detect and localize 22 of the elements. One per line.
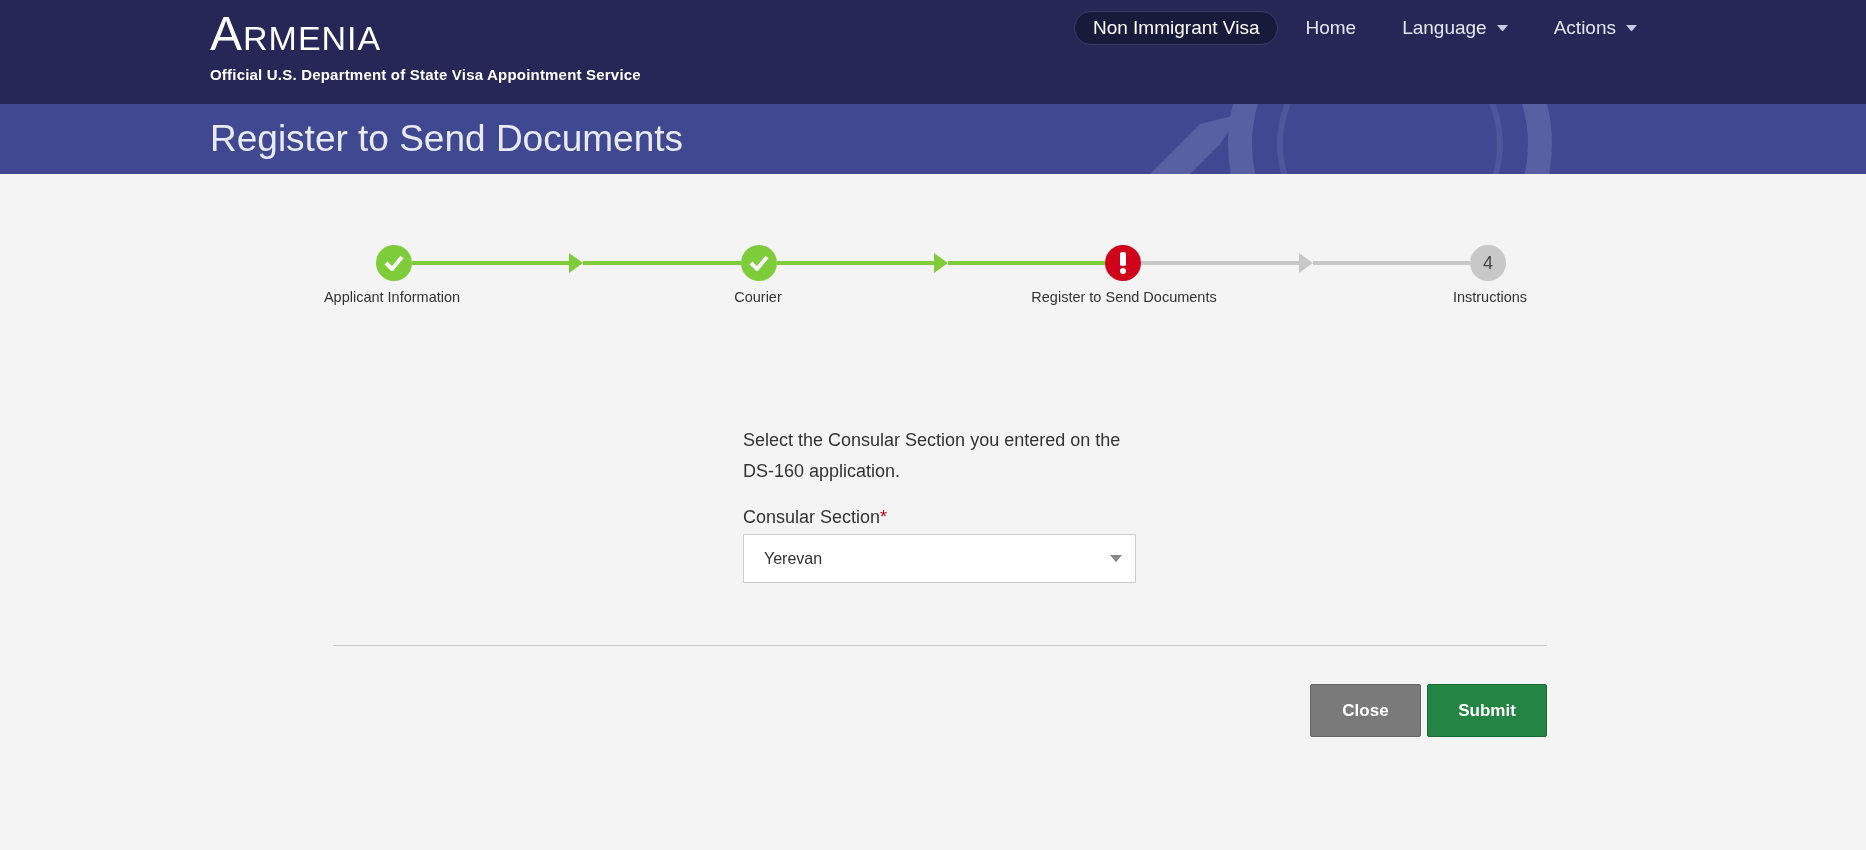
site-title: Armenia bbox=[210, 8, 383, 60]
step-label: Courier bbox=[734, 289, 782, 305]
nav-link[interactable]: Home bbox=[1286, 11, 1376, 45]
instruction-text: Select the Consular Section you entered on the DS-160 application. bbox=[743, 429, 1122, 483]
required-mark: * bbox=[880, 507, 888, 528]
caret-icon bbox=[1110, 554, 1122, 563]
step-status-icon bbox=[376, 245, 412, 281]
step-status-icon bbox=[1105, 245, 1142, 281]
close-button[interactable]: Close bbox=[1310, 684, 1421, 737]
nav-link[interactable]: Language bbox=[1383, 11, 1527, 45]
nav-link[interactable]: Non Immigrant Visa bbox=[1073, 11, 1279, 45]
step-label: Applicant Information bbox=[323, 289, 461, 305]
nav-link[interactable]: Actions bbox=[1534, 11, 1656, 45]
step-status-icon bbox=[740, 245, 777, 281]
site-subtitle: Official U.S. Department of State Visa Appointment Service bbox=[210, 66, 641, 83]
step-number-icon: 4 bbox=[1470, 245, 1506, 281]
consular-section-select[interactable]: Yerevan bbox=[743, 534, 1136, 583]
step-label: Register to Send Documents bbox=[1031, 289, 1217, 305]
submit-button[interactable]: Submit bbox=[1427, 684, 1547, 737]
step-label: Instructions bbox=[1452, 289, 1528, 305]
page-title: Register to Send Documents bbox=[210, 118, 683, 160]
field-label-text: Consular Section bbox=[743, 507, 881, 528]
